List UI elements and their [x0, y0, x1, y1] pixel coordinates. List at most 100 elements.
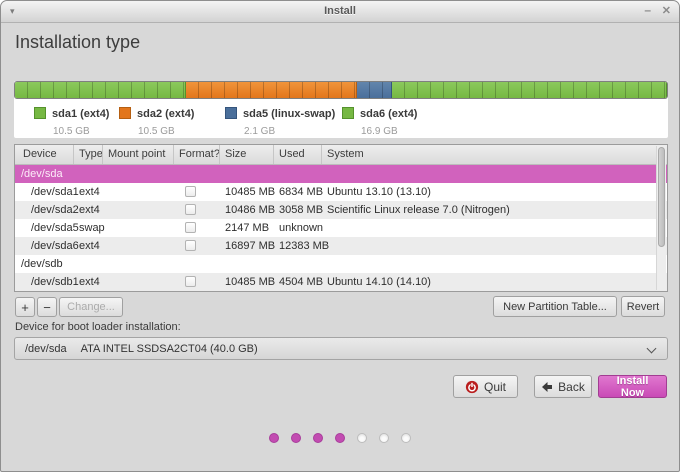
legend-size: 16.9 GB — [361, 126, 398, 137]
table-row-sda[interactable]: /dev/sda — [15, 165, 667, 183]
type-cell: ext4 — [79, 240, 100, 252]
size-cell: 10486 MB — [225, 204, 276, 216]
close-icon[interactable]: ✕ — [662, 4, 671, 17]
back-label: Back — [558, 379, 585, 394]
type-cell: swap — [79, 222, 105, 234]
size-cell: 2147 MB — [225, 222, 270, 234]
size-cell: 16897 MB — [225, 240, 276, 252]
device-cell: /dev/sda — [21, 168, 63, 180]
disk-overview-panel: sda1 (ext4) 10.5 GB sda2 (ext4) 10.5 GB … — [14, 81, 668, 138]
type-cell: ext4 — [79, 204, 100, 216]
legend-swatch-blue — [225, 107, 237, 119]
column-header-format[interactable]: Format? — [174, 145, 220, 164]
legend-label: sda2 (ext4) — [137, 108, 195, 120]
partition-bar-segment-sda1 — [15, 82, 187, 98]
table-header: Device Type Mount point Format? Size Use… — [15, 145, 667, 165]
column-header-system[interactable]: System — [322, 145, 667, 164]
partition-bar-segment-sda6 — [391, 82, 667, 98]
table-row-sda6[interactable]: /dev/sda6 ext4 16897 MB 12383 MB — [15, 237, 667, 255]
revert-button[interactable]: Revert — [621, 296, 665, 317]
power-icon — [465, 380, 479, 393]
device-cell: /dev/sdb — [21, 258, 63, 270]
format-checkbox[interactable] — [185, 222, 196, 233]
bootloader-device-select[interactable]: /dev/sda ATA INTEL SSDSA2CT04 (40.0 GB) — [14, 337, 668, 360]
minimize-icon[interactable]: – — [644, 3, 651, 17]
progress-dot — [335, 433, 345, 443]
used-cell: 12383 MB — [279, 240, 330, 252]
table-row-sda1[interactable]: /dev/sda1 ext4 10485 MB 6834 MB Ubuntu 1… — [15, 183, 667, 201]
partition-bar-segment-sda2 — [186, 82, 358, 98]
remove-partition-button[interactable]: − — [37, 297, 57, 317]
add-partition-button[interactable]: + — [15, 297, 35, 317]
format-checkbox[interactable] — [185, 276, 196, 287]
partition-bar — [14, 81, 668, 99]
table-row-sdb1[interactable]: /dev/sdb1 ext4 10485 MB 4504 MB Ubuntu 1… — [15, 273, 667, 291]
titlebar: ▾ Install – ✕ — [1, 1, 679, 23]
used-cell: 3058 MB — [279, 204, 324, 216]
progress-dot — [401, 433, 411, 443]
legend-item-sda5: sda5 (linux-swap) 2.1 GB — [225, 104, 335, 137]
selected-device: /dev/sda — [25, 342, 67, 355]
used-cell: 6834 MB — [279, 186, 324, 198]
device-cell: /dev/sda5 — [31, 222, 79, 234]
size-cell: 10485 MB — [225, 276, 276, 288]
quit-label: Quit — [483, 379, 506, 394]
progress-dot — [379, 433, 389, 443]
size-cell: 10485 MB — [225, 186, 276, 198]
device-cell: /dev/sda6 — [31, 240, 79, 252]
legend-size: 2.1 GB — [244, 126, 276, 137]
install-now-button[interactable]: Install Now — [598, 374, 667, 399]
device-cell: /dev/sda1 — [31, 186, 79, 198]
window-title: Install — [324, 5, 356, 17]
type-cell: ext4 — [79, 276, 100, 288]
type-cell: ext4 — [79, 186, 100, 198]
legend-item-sda2: sda2 (ext4) 10.5 GB — [119, 104, 194, 137]
table-row-sda2[interactable]: /dev/sda2 ext4 10486 MB 3058 MB Scientif… — [15, 201, 667, 219]
system-cell: Ubuntu 13.10 (13.10) — [327, 186, 431, 198]
progress-dot — [313, 433, 323, 443]
format-checkbox[interactable] — [185, 186, 196, 197]
scrollbar-thumb[interactable] — [658, 147, 665, 247]
quit-button[interactable]: Quit — [453, 375, 518, 398]
progress-dots — [1, 433, 679, 443]
legend-label: sda6 (ext4) — [360, 108, 418, 120]
progress-dot — [269, 433, 279, 443]
used-cell: unknown — [279, 222, 324, 234]
back-arrow-icon — [542, 381, 553, 392]
selected-device-description: ATA INTEL SSDSA2CT04 (40.0 GB) — [80, 342, 258, 355]
install-window: ▾ Install – ✕ Installation type sda1 (ex… — [0, 0, 680, 472]
table-row-partial[interactable] — [15, 291, 667, 292]
back-button[interactable]: Back — [534, 375, 592, 398]
partition-table: Device Type Mount point Format? Size Use… — [14, 144, 668, 292]
column-header-type[interactable]: Type — [74, 145, 103, 164]
table-scrollbar[interactable] — [656, 146, 666, 290]
device-cell: /dev/sda2 — [31, 204, 79, 216]
system-cell: Ubuntu 14.10 (14.10) — [327, 276, 431, 288]
partition-bar-segment-sda5 — [357, 82, 392, 98]
legend-swatch-orange — [119, 107, 131, 119]
table-row-sdb[interactable]: /dev/sdb — [15, 255, 667, 273]
format-checkbox[interactable] — [185, 240, 196, 251]
legend-label: sda1 (ext4) — [52, 108, 110, 120]
column-header-size[interactable]: Size — [220, 145, 274, 164]
column-header-mount-point[interactable]: Mount point — [103, 145, 174, 164]
bootloader-label: Device for boot loader installation: — [15, 321, 181, 333]
progress-dot — [357, 433, 367, 443]
progress-dot — [291, 433, 301, 443]
column-header-device[interactable]: Device — [15, 145, 74, 164]
legend-item-sda1: sda1 (ext4) 10.5 GB — [34, 104, 109, 137]
format-checkbox[interactable] — [185, 204, 196, 215]
new-partition-table-button[interactable]: New Partition Table... — [493, 296, 617, 317]
legend-swatch-green — [342, 107, 354, 119]
legend-size: 10.5 GB — [138, 126, 175, 137]
change-partition-button[interactable]: Change... — [59, 297, 123, 317]
table-row-sda5[interactable]: /dev/sda5 swap 2147 MB unknown — [15, 219, 667, 237]
legend-label: sda5 (linux-swap) — [243, 108, 336, 120]
install-now-label: Install Now — [616, 374, 649, 399]
legend-size: 10.5 GB — [53, 126, 90, 137]
used-cell: 4504 MB — [279, 276, 324, 288]
device-cell: /dev/sdb1 — [31, 276, 79, 288]
legend-swatch-green — [34, 107, 46, 119]
page-title: Installation type — [15, 32, 141, 52]
column-header-used[interactable]: Used — [274, 145, 322, 164]
